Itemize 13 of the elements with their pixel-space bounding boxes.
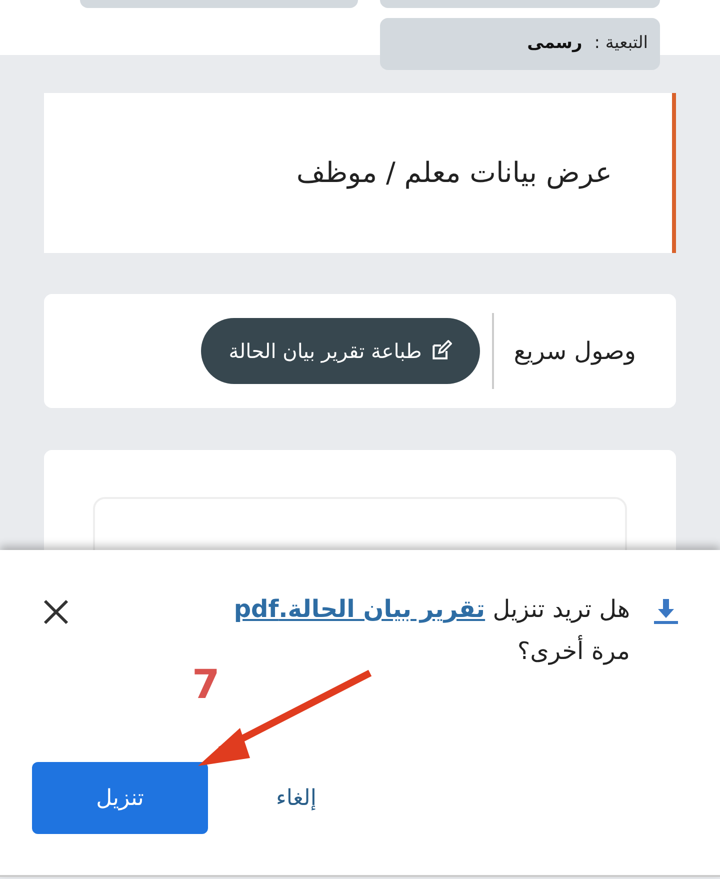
file-link[interactable]: تقرير بيان الحالة.pdf bbox=[234, 595, 486, 623]
download-message: هل تريد تنزيل تقرير بيان الحالة.pdf مرة أخرى؟ bbox=[232, 594, 630, 667]
field-value: رسمى bbox=[527, 32, 582, 56]
download-icon bbox=[652, 597, 680, 625]
quick-access-label: وصول سريع bbox=[492, 313, 636, 389]
field-label: التبعية : bbox=[594, 32, 648, 56]
annotation-number: 7 bbox=[192, 661, 220, 710]
print-report-button[interactable]: طباعة تقرير بيان الحالة bbox=[200, 318, 480, 384]
close-icon[interactable] bbox=[42, 598, 70, 626]
page-title: عرض بيانات معلم / موظف bbox=[296, 155, 612, 191]
edit-icon bbox=[430, 340, 452, 362]
download-button[interactable]: تنزيل bbox=[32, 762, 208, 834]
cancel-button[interactable]: إلغاء bbox=[268, 762, 324, 834]
